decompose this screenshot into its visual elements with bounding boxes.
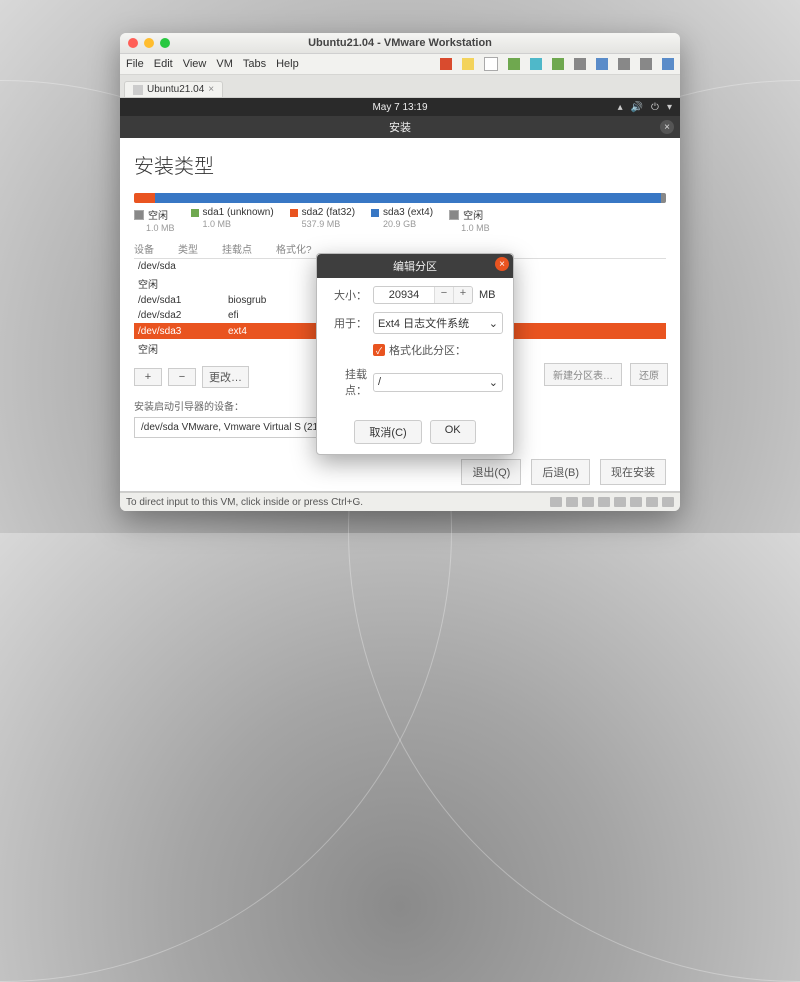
installer-footer: 退出(Q) 后退(B) 现在安装 bbox=[461, 459, 666, 485]
page-title: 安装类型 bbox=[134, 150, 666, 179]
gnome-tray[interactable]: ▴ 🔊 ⏻ ▾ bbox=[618, 102, 672, 113]
power-icon: ⏻ bbox=[651, 102, 659, 113]
change-partition-button[interactable]: 更改… bbox=[202, 366, 249, 388]
host-titlebar: Ubuntu21.04 - VMware Workstation bbox=[120, 33, 680, 54]
table-side-actions: 新建分区表… 还原 bbox=[544, 363, 668, 386]
maximize-dot[interactable] bbox=[160, 38, 170, 48]
installer-titlebar: 安装 × bbox=[120, 116, 680, 138]
remove-partition-button[interactable]: − bbox=[168, 368, 196, 386]
device-icon[interactable] bbox=[662, 497, 674, 507]
tab-close-icon[interactable]: × bbox=[208, 84, 214, 95]
sound-icon: 🔊 bbox=[631, 102, 643, 113]
toolbar-icon[interactable] bbox=[640, 58, 652, 70]
size-stepper[interactable]: 20934 − + bbox=[373, 286, 473, 304]
installer-close-icon[interactable]: × bbox=[660, 120, 674, 134]
disk-usage-bar bbox=[134, 193, 666, 203]
chevron-down-icon: ▾ bbox=[667, 102, 672, 113]
format-checkbox-row[interactable]: ✓ 格式化此分区： bbox=[373, 342, 503, 358]
size-unit: MB bbox=[479, 289, 496, 301]
menu-view[interactable]: View bbox=[183, 58, 207, 70]
chevron-down-icon: ⌄ bbox=[489, 376, 498, 389]
menu-edit[interactable]: Edit bbox=[154, 58, 173, 70]
edit-partition-dialog: 编辑分区 × 大小： 20934 − + MB 用于： Ext4 日志文件系统 … bbox=[316, 253, 514, 455]
chevron-down-icon: ⌄ bbox=[489, 317, 498, 330]
add-partition-button[interactable]: + bbox=[134, 368, 162, 386]
device-icon[interactable] bbox=[566, 497, 578, 507]
checked-icon: ✓ bbox=[373, 344, 385, 356]
toolbar-icon[interactable] bbox=[440, 58, 452, 70]
cancel-button[interactable]: 取消(C) bbox=[354, 420, 421, 444]
dialog-close-icon[interactable]: × bbox=[495, 257, 509, 271]
new-partition-table-button[interactable]: 新建分区表… bbox=[544, 363, 622, 386]
size-plus[interactable]: + bbox=[453, 287, 472, 303]
tab-icon bbox=[133, 85, 143, 95]
host-title: Ubuntu21.04 - VMware Workstation bbox=[176, 37, 624, 49]
vm-tab-label: Ubuntu21.04 bbox=[147, 84, 204, 95]
host-menubar: File Edit View VM Tabs Help bbox=[120, 54, 680, 75]
toolbar-icon[interactable] bbox=[662, 58, 674, 70]
device-icon[interactable] bbox=[582, 497, 594, 507]
gnome-top-bar: May 7 13:19 ▴ 🔊 ⏻ ▾ bbox=[120, 98, 680, 116]
vm-tab[interactable]: Ubuntu21.04 × bbox=[124, 81, 223, 97]
toolbar-icon[interactable] bbox=[484, 57, 498, 71]
revert-button[interactable]: 还原 bbox=[630, 363, 668, 386]
back-button[interactable]: 后退(B) bbox=[531, 459, 590, 485]
dialog-title: 编辑分区 × bbox=[317, 254, 513, 278]
network-icon: ▴ bbox=[618, 102, 623, 113]
menu-help[interactable]: Help bbox=[276, 58, 299, 70]
size-label: 大小： bbox=[327, 287, 367, 303]
toolbar-icon[interactable] bbox=[508, 58, 520, 70]
menu-vm[interactable]: VM bbox=[216, 58, 233, 70]
installer-title: 安装 bbox=[389, 119, 411, 135]
host-tabs: Ubuntu21.04 × bbox=[120, 75, 680, 98]
minimize-dot[interactable] bbox=[144, 38, 154, 48]
host-statusbar: To direct input to this VM, click inside… bbox=[120, 492, 680, 511]
device-icon[interactable] bbox=[598, 497, 610, 507]
device-icon[interactable] bbox=[550, 497, 562, 507]
use-label: 用于： bbox=[327, 315, 367, 331]
status-icons bbox=[550, 497, 674, 507]
install-button[interactable]: 现在安装 bbox=[600, 459, 666, 485]
quit-button[interactable]: 退出(Q) bbox=[461, 459, 521, 485]
mount-dropdown[interactable]: / ⌄ bbox=[373, 373, 503, 392]
size-minus[interactable]: − bbox=[434, 287, 453, 303]
device-icon[interactable] bbox=[646, 497, 658, 507]
menu-file[interactable]: File bbox=[126, 58, 144, 70]
menu-tabs[interactable]: Tabs bbox=[243, 58, 266, 70]
size-value[interactable]: 20934 bbox=[374, 287, 434, 303]
gnome-clock: May 7 13:19 bbox=[372, 102, 427, 113]
mount-label: 挂载点： bbox=[327, 366, 367, 398]
close-dot[interactable] bbox=[128, 38, 138, 48]
device-icon[interactable] bbox=[614, 497, 626, 507]
toolbar-icon[interactable] bbox=[618, 58, 630, 70]
toolbar-icon[interactable] bbox=[552, 58, 564, 70]
device-icon[interactable] bbox=[630, 497, 642, 507]
toolbar-icon[interactable] bbox=[530, 58, 542, 70]
toolbar-icon[interactable] bbox=[574, 58, 586, 70]
toolbar-icon[interactable] bbox=[462, 58, 474, 70]
partition-legend: 空闲1.0 MB sda1 (unknown)1.0 MB sda2 (fat3… bbox=[134, 207, 666, 233]
use-dropdown[interactable]: Ext4 日志文件系统 ⌄ bbox=[373, 312, 503, 334]
ok-button[interactable]: OK bbox=[430, 420, 476, 444]
status-hint: To direct input to this VM, click inside… bbox=[126, 497, 363, 508]
toolbar-icon[interactable] bbox=[596, 58, 608, 70]
